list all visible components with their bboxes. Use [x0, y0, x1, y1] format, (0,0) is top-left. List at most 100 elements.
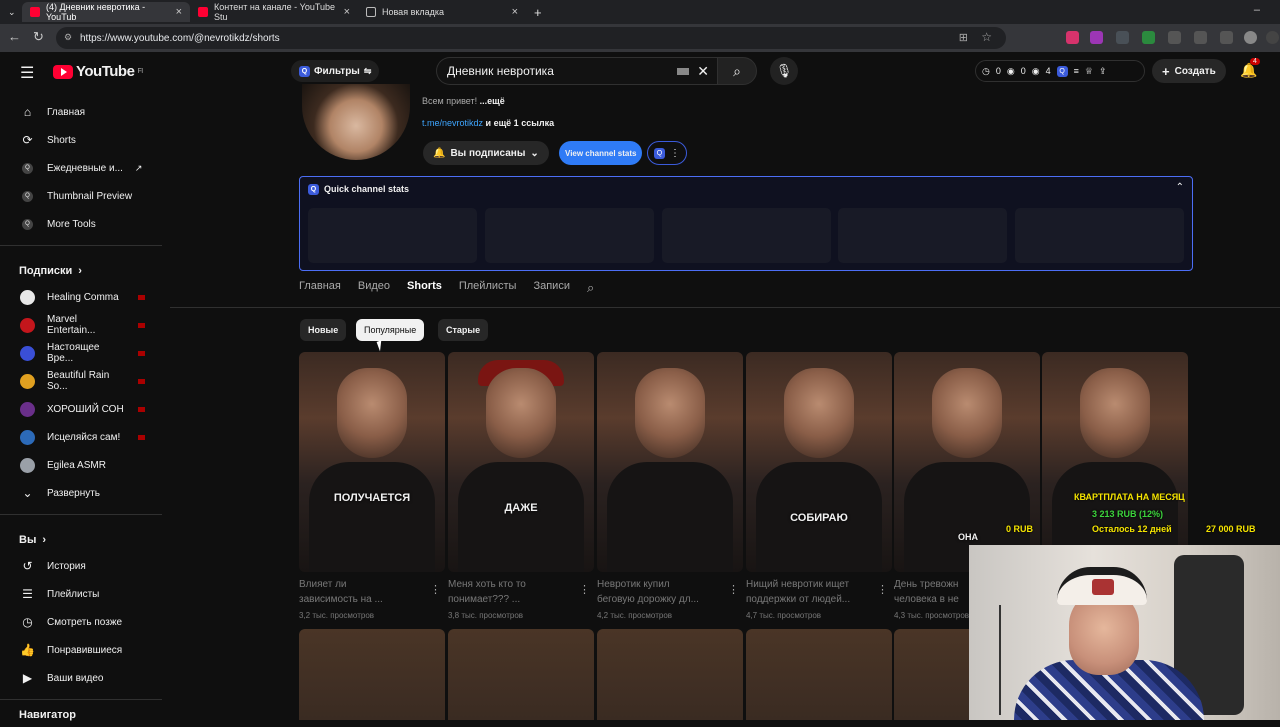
search-button[interactable]: ⌕: [717, 57, 757, 85]
sidebar-subscription-item[interactable]: Marvel Entertain...: [0, 311, 165, 339]
extensions-puzzle-icon[interactable]: [1194, 31, 1207, 44]
subscribed-button[interactable]: 🔔 Вы подписаны ⌄: [423, 141, 549, 165]
short-thumbnail[interactable]: [746, 629, 892, 720]
notifications-button[interactable]: 🔔 4: [1240, 58, 1260, 79]
short-views: 4,7 тыс. просмотров: [746, 611, 822, 620]
voice-search-button[interactable]: 🎙: [770, 57, 798, 85]
short-thumbnail[interactable]: [448, 629, 594, 720]
short-title[interactable]: Невротик купил беговую дорожку дл...: [597, 577, 722, 607]
short-thumbnail[interactable]: СОБИРАЮ: [746, 352, 892, 572]
create-button[interactable]: + Создать: [1152, 59, 1226, 83]
more-actions-icon[interactable]: ⋮: [579, 583, 590, 596]
short-title[interactable]: Меня хоть кто то понимает??? ...: [448, 577, 573, 607]
channel-avatar[interactable]: [302, 84, 410, 160]
new-tab-button[interactable]: +: [526, 2, 550, 22]
sidebar-item-more-tools[interactable]: Q More Tools: [0, 210, 165, 238]
sidebar-item-home[interactable]: ⌂ Главная: [0, 98, 165, 126]
close-icon[interactable]: ×: [176, 6, 182, 18]
keyboard-icon[interactable]: [677, 68, 689, 75]
sidebar-subscription-item[interactable]: Healing Comma: [0, 283, 165, 311]
tab-videos[interactable]: Видео: [358, 280, 390, 296]
sidebar-item-daily[interactable]: Q Ежедневные и... ↗: [0, 154, 165, 182]
sidebar-subscription-item[interactable]: ХОРОШИЙ СОН: [0, 395, 165, 423]
you-header[interactable]: Вы ›: [0, 522, 165, 552]
short-thumbnail[interactable]: [299, 629, 445, 720]
filters-button[interactable]: Q Фильтры ⇋: [291, 60, 380, 82]
extension-icon[interactable]: [1168, 31, 1181, 44]
browser-tab[interactable]: Новая вкладка ×: [358, 2, 526, 22]
plus-icon: +: [534, 4, 542, 20]
short-title[interactable]: Влияет ли зависимость на ...: [299, 577, 424, 607]
channel-search-icon[interactable]: ⌕: [587, 280, 594, 296]
short-thumbnail[interactable]: ДАЖЕ: [448, 352, 594, 572]
browser-menu-icon[interactable]: [1266, 31, 1279, 44]
close-icon[interactable]: ×: [512, 6, 518, 18]
webcam-overlay: [969, 545, 1280, 720]
sidebar-subscription-item[interactable]: Настоящее Вре...: [0, 339, 165, 367]
description-more-link[interactable]: ...ещё: [480, 96, 505, 106]
sidebar-item-shorts[interactable]: ⟳ Shorts: [0, 126, 165, 154]
short-thumbnail[interactable]: [597, 352, 743, 572]
install-app-icon[interactable]: ⊞: [959, 31, 968, 44]
url-text: https://www.youtube.com/@nevrotikdz/shor…: [80, 32, 280, 44]
channel-description[interactable]: Всем привет! ...ещё: [422, 96, 505, 106]
view-channel-stats-button[interactable]: View channel stats: [559, 141, 643, 165]
sidebar-subscription-item[interactable]: Beautiful Rain So...: [0, 367, 165, 395]
sidebar-item-label: More Tools: [47, 218, 96, 230]
extension-icon[interactable]: [1142, 31, 1155, 44]
extension-menu-button[interactable]: Q ⋮: [647, 141, 687, 165]
url-field[interactable]: ⚙ https://www.youtube.com/@nevrotikdz/sh…: [56, 27, 1006, 49]
chevron-down-icon: ⌄: [8, 6, 16, 17]
extension-icon[interactable]: [1090, 31, 1103, 44]
youtube-logo[interactable]: YouTube FI: [53, 63, 143, 80]
more-actions-icon[interactable]: ⋮: [877, 583, 888, 596]
sidebar-item-playlists[interactable]: ☰ Плейлисты: [0, 580, 165, 608]
more-links[interactable]: и ещё 1 ссылка: [486, 118, 555, 128]
subscriptions-header[interactable]: Подписки ›: [0, 253, 165, 283]
close-icon[interactable]: ×: [344, 6, 350, 18]
more-actions-icon[interactable]: ⋮: [728, 583, 739, 596]
address-bar-row: ← ↻ ⚙ https://www.youtube.com/@nevrotikd…: [0, 24, 1280, 52]
sidebar-item-liked[interactable]: 👍 Понравившиеся: [0, 636, 165, 664]
short-title[interactable]: Нищий невротик ищет поддержки от людей...: [746, 577, 871, 607]
short-thumbnail[interactable]: ОНА: [894, 352, 1040, 572]
chevron-up-icon[interactable]: ⌃: [1176, 182, 1184, 193]
expand-subscriptions-button[interactable]: ⌄ Развернуть: [0, 479, 165, 507]
profile-avatar[interactable]: [1244, 31, 1257, 44]
short-thumbnail[interactable]: [597, 629, 743, 720]
site-info-icon[interactable]: ⚙: [64, 32, 72, 43]
chip-newest[interactable]: Новые: [300, 319, 347, 341]
bookmarks-icon[interactable]: [1220, 31, 1233, 44]
tab-playlists[interactable]: Плейлисты: [459, 280, 517, 296]
menu-hamburger-icon[interactable]: ☰: [20, 63, 34, 83]
sidebar-item-your-videos[interactable]: ▶ Ваши видео: [0, 664, 165, 692]
browser-tab[interactable]: (4) Дневник невротика - YouTub ×: [22, 2, 190, 22]
chip-oldest[interactable]: Старые: [438, 319, 489, 341]
short-thumbnail[interactable]: [1042, 352, 1188, 572]
extension-icon[interactable]: [1116, 31, 1129, 44]
minimize-icon[interactable]: –: [1254, 4, 1260, 16]
tab-posts[interactable]: Записи: [533, 280, 570, 296]
extension-icon[interactable]: [1066, 31, 1079, 44]
tab-shorts[interactable]: Shorts: [407, 280, 442, 296]
sidebar-item-watch-later[interactable]: ◷ Смотреть позже: [0, 608, 165, 636]
channel-avatar: [20, 317, 35, 333]
browser-tab[interactable]: Контент на канале - YouTube Stu ×: [190, 2, 358, 22]
channel-links: t.me/nevrotikdz и ещё 1 ссылка: [422, 118, 554, 128]
extension-stats-widget[interactable]: ◷ 0 ◉ 0 ◉ 4 Q ≡ ♕ ⇪: [975, 60, 1145, 82]
tab-home[interactable]: Главная: [299, 280, 341, 296]
channel-link[interactable]: t.me/nevrotikdz: [422, 118, 483, 128]
sidebar-subscription-item[interactable]: Egilea ASMR: [0, 451, 165, 479]
chip-popular[interactable]: Популярные: [356, 319, 425, 341]
sidebar-subscription-item[interactable]: Исцеляйся сам!: [0, 423, 165, 451]
search-input[interactable]: Дневник невротика ✕: [436, 57, 717, 85]
sidebar-item-history[interactable]: ↺ История: [0, 552, 165, 580]
tab-list-button[interactable]: ⌄: [0, 2, 22, 22]
bookmark-star-icon[interactable]: ☆: [981, 30, 992, 44]
sidebar-item-thumbnail-preview[interactable]: Q Thumbnail Preview: [0, 182, 165, 210]
more-actions-icon[interactable]: ⋮: [430, 583, 441, 596]
short-thumbnail[interactable]: ПОЛУЧАЕТСЯ: [299, 352, 445, 572]
clear-search-icon[interactable]: ✕: [697, 63, 709, 80]
reload-icon[interactable]: ↻: [33, 29, 44, 45]
back-icon[interactable]: ←: [8, 29, 21, 44]
